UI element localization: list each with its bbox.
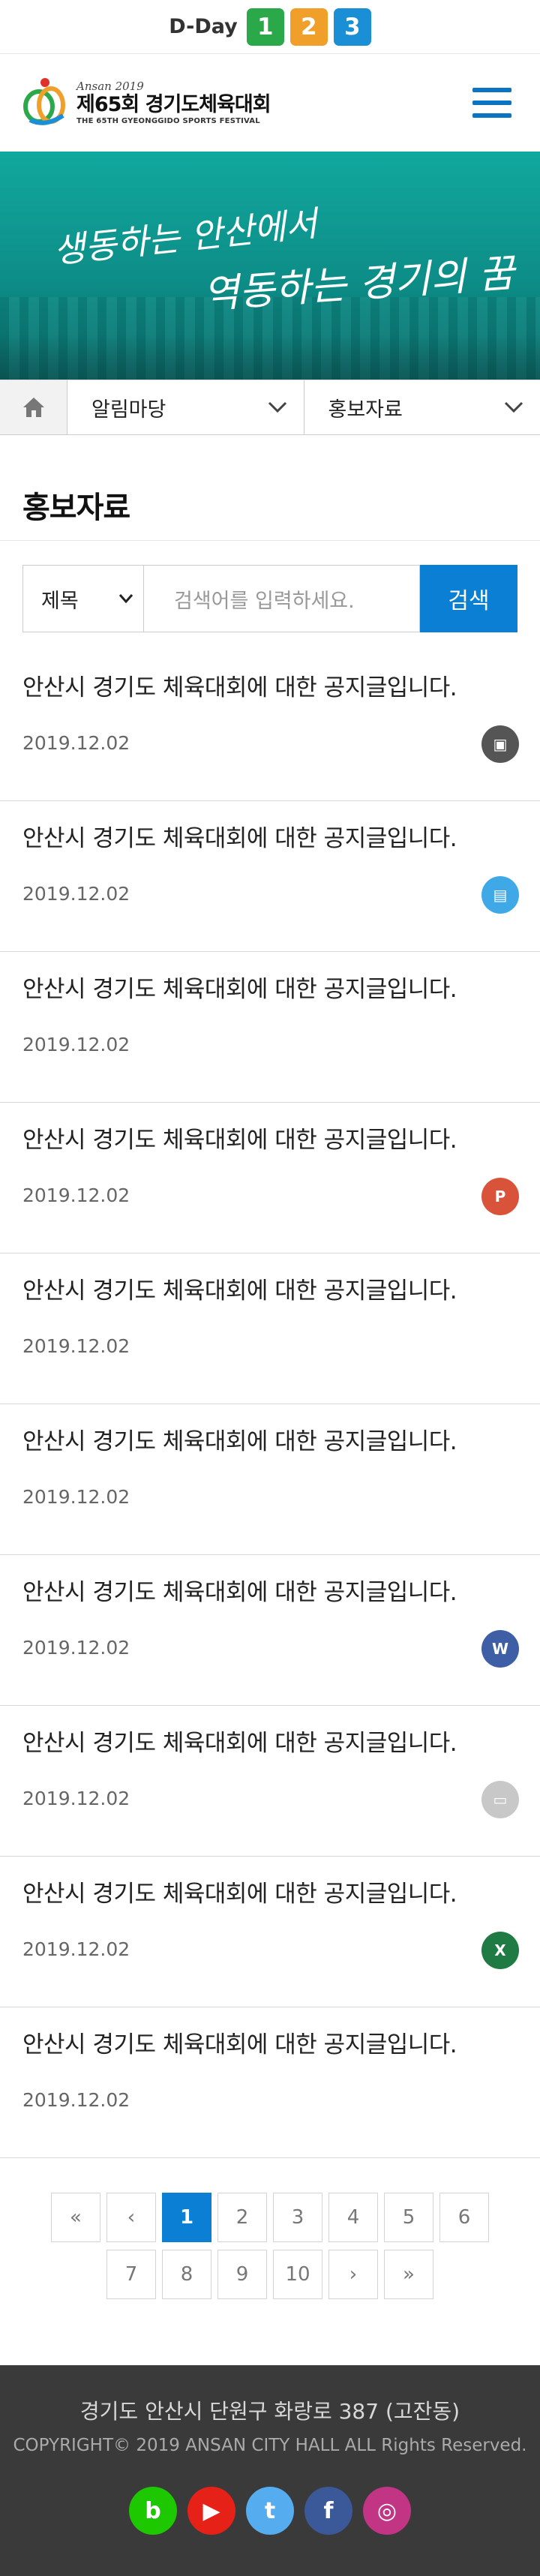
- post-date: 2019.12.02: [22, 1788, 130, 1809]
- emblem-icon: [23, 78, 65, 125]
- dday-digit-1: 1: [246, 8, 284, 46]
- breadcrumb-level2-select[interactable]: 홍보자료: [304, 380, 540, 434]
- post-list: 안산시 경기도 체육대회에 대한 공지글입니다. 2019.12.02 ▣ 안산시 경…: [0, 650, 540, 2158]
- page-10-button[interactable]: 10: [273, 2250, 322, 2299]
- list-item[interactable]: 안산시 경기도 체육대회에 대한 공지글입니다. 2019.12.02 P: [0, 1103, 540, 1253]
- pdf-file-icon[interactable]: ▭: [482, 1781, 519, 1818]
- next-page-button[interactable]: ›: [328, 2250, 378, 2299]
- post-title[interactable]: 안산시 경기도 체육대회에 대한 공지글입니다.: [22, 1875, 518, 1908]
- list-item[interactable]: 안산시 경기도 체육대회에 대한 공지글입니다. 2019.12.02: [0, 1404, 540, 1555]
- save-file-icon[interactable]: ▣: [482, 725, 519, 763]
- post-date: 2019.12.02: [22, 1335, 130, 1357]
- post-title[interactable]: 안산시 경기도 체육대회에 대한 공지글입니다.: [22, 819, 518, 853]
- dday-digit-3: 3: [333, 8, 371, 46]
- pagination: « ‹ 1 2 3 4 5 6 7 8 9 10 › »: [0, 2158, 540, 2299]
- sns-links: b ▶ t f ◎: [129, 2487, 411, 2535]
- post-date: 2019.12.02: [22, 1184, 130, 1206]
- instagram-icon[interactable]: ◎: [363, 2487, 411, 2535]
- chevron-down-icon: [504, 401, 524, 413]
- search-button[interactable]: 검색: [420, 565, 518, 632]
- logo-subtitle: Ansan 2019: [76, 80, 144, 94]
- word-file-icon[interactable]: W: [482, 1630, 519, 1668]
- post-date: 2019.12.02: [22, 1938, 130, 1960]
- dday-bar: D-Day 1 2 3: [0, 0, 540, 54]
- image-file-icon[interactable]: ▤: [482, 876, 519, 914]
- logo-title: 제65회 경기도체육대회: [76, 92, 272, 116]
- list-item[interactable]: 안산시 경기도 체육대회에 대한 공지글입니다. 2019.12.02: [0, 952, 540, 1103]
- logo-english: THE 65TH GYEONGGIDO SPORTS FESTIVAL: [76, 116, 260, 125]
- breadcrumb-level1-select[interactable]: 알림마당: [68, 380, 304, 434]
- hero-banner: 생동하는 안산에서 역동하는 경기의 꿈: [0, 152, 540, 380]
- post-title[interactable]: 안산시 경기도 체육대회에 대한 공지글입니다.: [22, 2025, 518, 2059]
- site-logo[interactable]: Ansan 2019 제65회 경기도체육대회 THE 65TH GYEONGG…: [22, 72, 272, 134]
- dday-digit-2: 2: [290, 8, 328, 46]
- page-8-button[interactable]: 8: [162, 2250, 212, 2299]
- site-footer: 경기도 안산시 단원구 화랑로 387 (고잔동) COPYRIGHT© 201…: [0, 2365, 540, 2576]
- list-item[interactable]: 안산시 경기도 체육대회에 대한 공지글입니다. 2019.12.02 ▣: [0, 650, 540, 801]
- site-header: Ansan 2019 제65회 경기도체육대회 THE 65TH GYEONGG…: [0, 54, 540, 152]
- home-icon[interactable]: [0, 380, 68, 434]
- post-title[interactable]: 안산시 경기도 체육대회에 대한 공지글입니다.: [22, 1422, 518, 1456]
- search-field-value: 제목: [41, 589, 79, 613]
- post-date: 2019.12.02: [22, 1034, 130, 1055]
- post-title[interactable]: 안산시 경기도 체육대회에 대한 공지글입니다.: [22, 1724, 518, 1758]
- list-item[interactable]: 안산시 경기도 체육대회에 대한 공지글입니다. 2019.12.02 W: [0, 1555, 540, 1706]
- first-page-button[interactable]: «: [51, 2193, 100, 2242]
- ppt-file-icon[interactable]: P: [482, 1178, 519, 1215]
- list-item[interactable]: 안산시 경기도 체육대회에 대한 공지글입니다. 2019.12.02: [0, 1253, 540, 1404]
- page-5-button[interactable]: 5: [384, 2193, 434, 2242]
- page-3-button[interactable]: 3: [273, 2193, 322, 2242]
- caret-down-icon: [119, 594, 133, 603]
- footer-copyright: COPYRIGHT© 2019 ANSAN CITY HALL ALL Righ…: [13, 2436, 527, 2455]
- post-title[interactable]: 안산시 경기도 체육대회에 대한 공지글입니다.: [22, 970, 518, 1004]
- excel-file-icon[interactable]: X: [482, 1932, 519, 1969]
- blog-icon[interactable]: b: [129, 2487, 177, 2535]
- post-date: 2019.12.02: [22, 1486, 130, 1508]
- page-title: 홍보자료: [0, 435, 540, 541]
- post-date: 2019.12.02: [22, 732, 130, 754]
- page-2-button[interactable]: 2: [218, 2193, 267, 2242]
- page-6-button[interactable]: 6: [440, 2193, 489, 2242]
- page-1-button[interactable]: 1: [162, 2193, 212, 2242]
- last-page-button[interactable]: »: [384, 2250, 434, 2299]
- chevron-down-icon: [268, 401, 286, 413]
- post-title[interactable]: 안산시 경기도 체육대회에 대한 공지글입니다.: [22, 1121, 518, 1154]
- list-item[interactable]: 안산시 경기도 체육대회에 대한 공지글입니다. 2019.12.02 ▭: [0, 1706, 540, 1857]
- list-item[interactable]: 안산시 경기도 체육대회에 대한 공지글입니다. 2019.12.02 X: [0, 1857, 540, 2007]
- youtube-icon[interactable]: ▶: [188, 2487, 236, 2535]
- post-title[interactable]: 안산시 경기도 체육대회에 대한 공지글입니다.: [22, 1271, 518, 1305]
- twitter-icon[interactable]: t: [246, 2487, 294, 2535]
- post-title[interactable]: 안산시 경기도 체육대회에 대한 공지글입니다.: [22, 668, 518, 702]
- list-item[interactable]: 안산시 경기도 체육대회에 대한 공지글입니다. 2019.12.02 ▤: [0, 801, 540, 952]
- post-title[interactable]: 안산시 경기도 체육대회에 대한 공지글입니다.: [22, 1573, 518, 1607]
- page-4-button[interactable]: 4: [328, 2193, 378, 2242]
- facebook-icon[interactable]: f: [304, 2487, 352, 2535]
- prev-page-button[interactable]: ‹: [106, 2193, 156, 2242]
- post-date: 2019.12.02: [22, 1637, 130, 1659]
- list-item[interactable]: 안산시 경기도 체육대회에 대한 공지글입니다. 2019.12.02: [0, 2007, 540, 2158]
- post-date: 2019.12.02: [22, 883, 130, 905]
- search-form: 제목 검색어를 입력하세요. 검색: [22, 565, 518, 632]
- breadcrumb-level1-label: 알림마당: [92, 398, 166, 422]
- post-date: 2019.12.02: [22, 2089, 130, 2111]
- hamburger-icon[interactable]: [472, 88, 512, 118]
- page-9-button[interactable]: 9: [218, 2250, 267, 2299]
- dday-label: D-Day: [169, 15, 238, 38]
- search-field-select[interactable]: 제목: [22, 565, 144, 632]
- breadcrumb: 알림마당 홍보자료: [0, 380, 540, 435]
- page-7-button[interactable]: 7: [106, 2250, 156, 2299]
- search-input[interactable]: 검색어를 입력하세요.: [144, 565, 420, 632]
- footer-address: 경기도 안산시 단원구 화랑로 387 (고잔동): [80, 2399, 460, 2424]
- breadcrumb-level2-label: 홍보자료: [328, 398, 403, 422]
